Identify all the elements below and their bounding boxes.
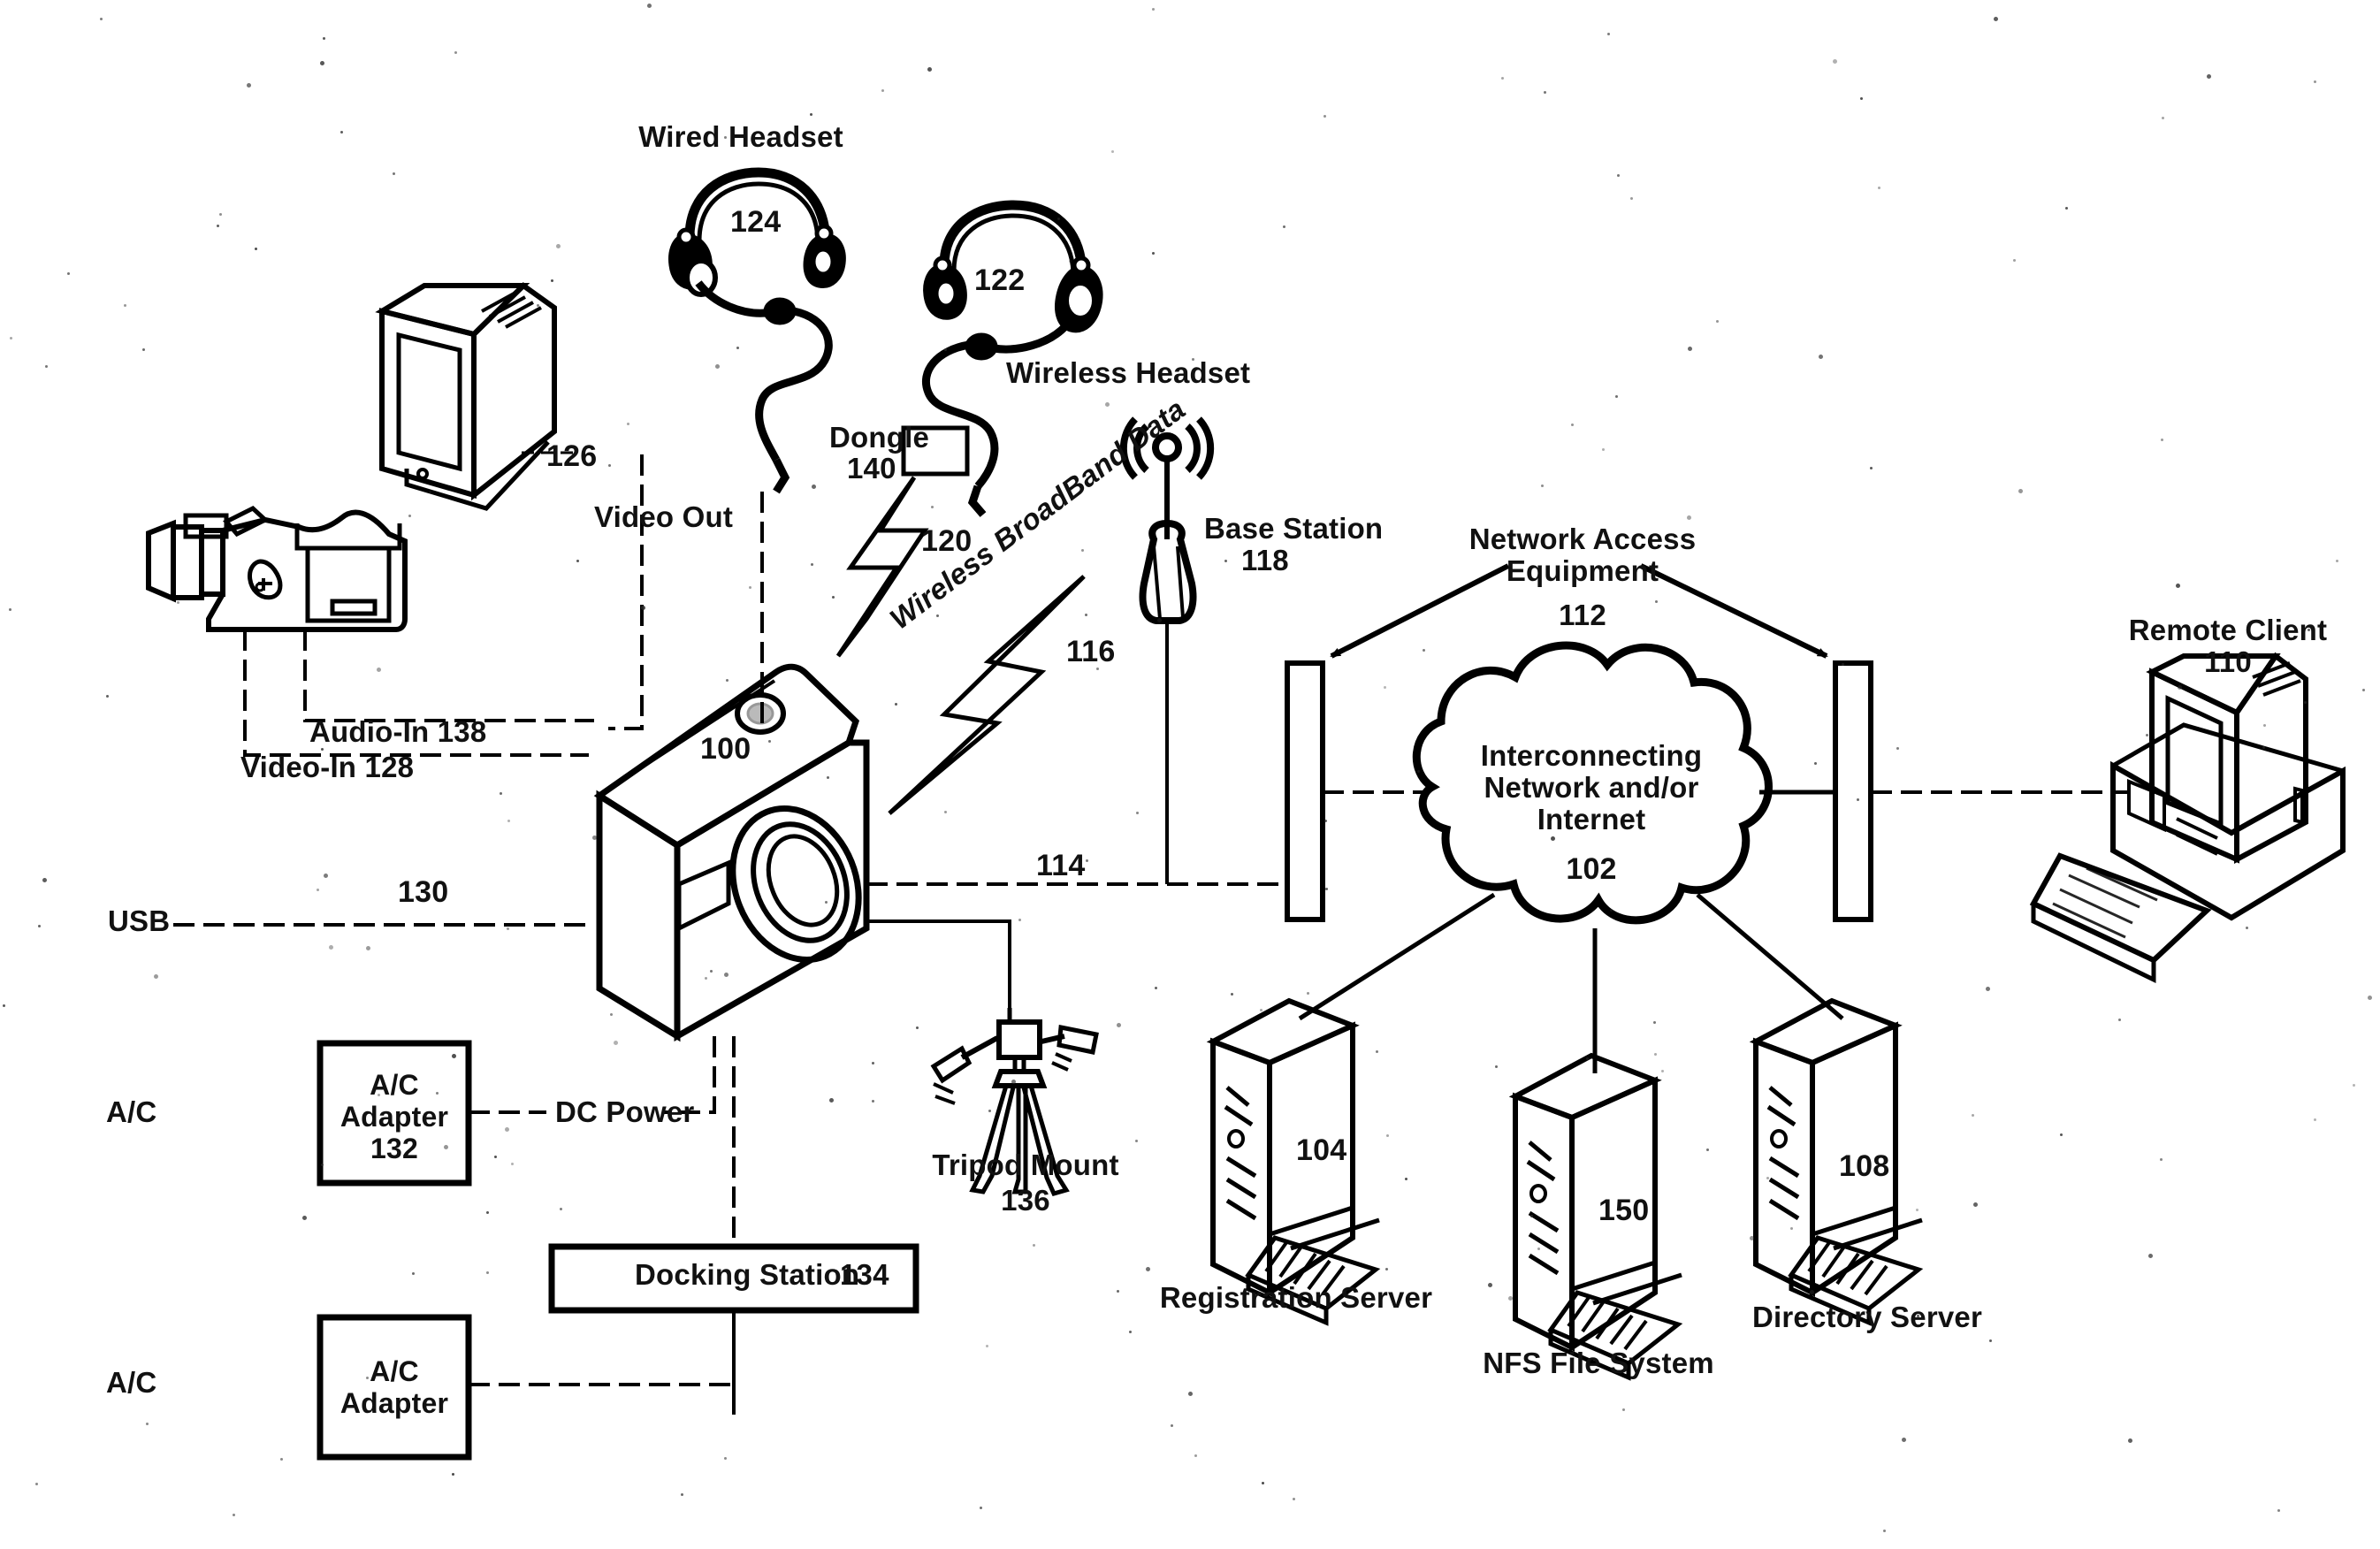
link-116-ref: 116 — [1066, 635, 1116, 668]
dongle-ref: 140 — [847, 452, 896, 485]
directory-server-label: Directory Server — [1751, 1301, 1983, 1333]
cloud-label-line3: Internet — [1537, 803, 1646, 836]
ac-adapter-upper-label-line2: Adapter — [339, 1101, 449, 1133]
camera-ref: 100 — [700, 732, 751, 766]
link-114-ref: 114 — [1036, 849, 1086, 882]
ac-source-lower-label: A/C — [106, 1366, 157, 1399]
camcorder-icon — [146, 505, 408, 632]
ac-adapter-upper-label-line1: A/C — [370, 1069, 419, 1101]
nfs-file-system-label: NFS File System — [1483, 1347, 1714, 1379]
cloud-ref: 102 — [1566, 852, 1617, 886]
dongle-label: Dongle — [829, 421, 930, 454]
nae-arrow-right — [1639, 563, 1828, 659]
video-out-label: Video Out — [594, 500, 734, 533]
ac-adapter-upper-ref: 132 — [370, 1133, 418, 1164]
usb-ref: 130 — [398, 875, 449, 909]
wireless-headset-label: Wireless Headset — [1006, 356, 1251, 389]
cloud-label-line2: Network and/or — [1484, 771, 1699, 804]
base-station-label: Base Station — [1204, 512, 1384, 545]
cloud-label-line1: Interconnecting — [1480, 739, 1703, 772]
remote-client-ref: 110 — [2204, 645, 2252, 678]
ac-source-upper-label: A/C — [106, 1095, 157, 1128]
digital-camera-icon — [593, 663, 870, 1042]
tripod-mount-ref: 136 — [1001, 1184, 1050, 1217]
directory-server-ref: 108 — [1839, 1149, 1890, 1183]
base-station-ref: 118 — [1241, 544, 1289, 576]
wireless-headset-ref: 122 — [974, 263, 1026, 297]
nae-arrow-left — [1330, 563, 1510, 659]
connection-lines — [173, 454, 2131, 1415]
wired-headset-label: Wired Headset — [638, 120, 843, 153]
remote-client-icon — [2029, 652, 2346, 983]
monitor-ref: 126 — [546, 439, 598, 473]
ac-adapter-lower-label-line1: A/C — [370, 1355, 419, 1387]
patent-figure-page: Wired Headset 124 122 Wireless Headset 1… — [0, 0, 2380, 1549]
network-access-equipment-label-line2: Equipment — [1506, 554, 1659, 587]
registration-server-ref: 104 — [1296, 1133, 1347, 1167]
usb-label: USB — [108, 904, 171, 937]
video-in-label: Video-In 128 — [240, 751, 415, 783]
network-access-equipment-ref: 112 — [1559, 599, 1606, 631]
dc-power-label: DC Power — [555, 1095, 695, 1128]
ac-adapter-lower-label-line2: Adapter — [339, 1387, 449, 1419]
docking-station-label: Docking Station — [635, 1258, 860, 1291]
network-access-equipment-left-bar — [1285, 660, 1325, 922]
network-access-equipment-label-line1: Network Access — [1468, 523, 1697, 555]
docking-station-ref: 134 — [840, 1258, 889, 1291]
audio-in-label: Audio-In 138 — [309, 715, 487, 748]
crt-monitor-icon — [375, 282, 557, 511]
wired-headset-ref: 124 — [730, 205, 782, 239]
registration-server-label: Registration Server — [1159, 1281, 1433, 1314]
network-access-equipment-right-bar — [1833, 660, 1873, 922]
remote-client-label: Remote Client — [2128, 614, 2328, 646]
tripod-mount-label: Tripod Mount — [932, 1148, 1119, 1181]
nfs-file-system-ref: 150 — [1598, 1194, 1650, 1227]
